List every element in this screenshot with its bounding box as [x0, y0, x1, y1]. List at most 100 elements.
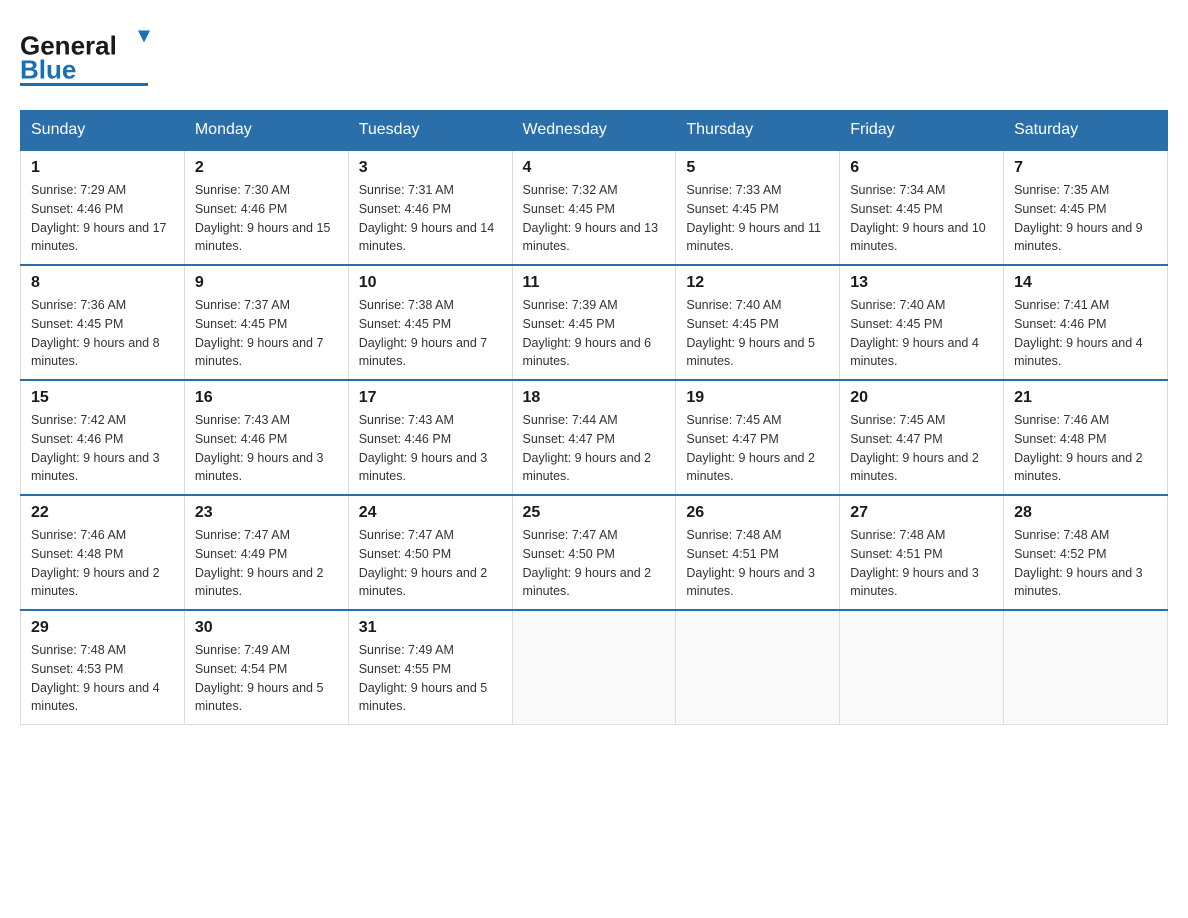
day-cell: 19Sunrise: 7:45 AMSunset: 4:47 PMDayligh… — [676, 380, 840, 495]
day-number: 14 — [1014, 274, 1157, 292]
day-info: Sunrise: 7:49 AMSunset: 4:55 PMDaylight:… — [359, 641, 502, 716]
calendar-body: 1Sunrise: 7:29 AMSunset: 4:46 PMDaylight… — [21, 150, 1168, 725]
day-cell: 11 Sunrise: 7:39 AMSunset: 4:45 PMDayligh… — [512, 265, 676, 380]
day-number: 22 — [31, 504, 174, 522]
week-row-1: 1Sunrise: 7:29 AMSunset: 4:46 PMDaylight… — [21, 150, 1168, 265]
day-cell: 9Sunrise: 7:37 AMSunset: 4:45 PMDaylight… — [184, 265, 348, 380]
day-info: Sunrise: 7:33 AMSunset: 4:45 PMDaylight:… — [686, 181, 829, 256]
day-info: Sunrise: 7:47 AMSunset: 4:49 PMDaylight:… — [195, 526, 338, 601]
day-number: 13 — [850, 274, 993, 292]
day-number: 15 — [31, 389, 174, 407]
day-info: Sunrise: 7:46 AMSunset: 4:48 PMDaylight:… — [1014, 411, 1157, 486]
day-number: 3 — [359, 159, 502, 177]
week-row-2: 8 Sunrise: 7:36 AMSunset: 4:45 PMDaylight… — [21, 265, 1168, 380]
day-cell: 30 Sunrise: 7:49 AMSunset: 4:54 PMDayligh… — [184, 610, 348, 725]
page-header: General Blue — [20, 20, 1168, 90]
day-info: Sunrise: 7:31 AMSunset: 4:46 PMDaylight:… — [359, 181, 502, 256]
day-cell — [676, 610, 840, 725]
day-info: Sunrise: 7:47 AMSunset: 4:50 PMDaylight:… — [523, 526, 666, 601]
day-info: Sunrise: 7:48 AMSunset: 4:51 PMDaylight:… — [686, 526, 829, 601]
day-info: Sunrise: 7:30 AMSunset: 4:46 PMDaylight:… — [195, 181, 338, 256]
calendar-header: SundayMondayTuesdayWednesdayThursdayFrid… — [21, 111, 1168, 151]
day-cell: 6 Sunrise: 7:34 AMSunset: 4:45 PMDaylight… — [840, 150, 1004, 265]
day-info: Sunrise: 7:40 AMSunset: 4:45 PMDaylight:… — [686, 296, 829, 371]
day-cell: 13 Sunrise: 7:40 AMSunset: 4:45 PMDayligh… — [840, 265, 1004, 380]
day-number: 20 — [850, 389, 993, 407]
day-info: Sunrise: 7:35 AMSunset: 4:45 PMDaylight:… — [1014, 181, 1157, 256]
calendar-table: SundayMondayTuesdayWednesdayThursdayFrid… — [20, 110, 1168, 725]
day-cell — [1004, 610, 1168, 725]
weekday-header-row: SundayMondayTuesdayWednesdayThursdayFrid… — [21, 111, 1168, 151]
day-number: 8 — [31, 274, 174, 292]
day-number: 30 — [195, 619, 338, 637]
weekday-header-saturday: Saturday — [1004, 111, 1168, 151]
weekday-header-sunday: Sunday — [21, 111, 185, 151]
day-number: 27 — [850, 504, 993, 522]
day-number: 2 — [195, 159, 338, 177]
day-cell: 4 Sunrise: 7:32 AMSunset: 4:45 PMDaylight… — [512, 150, 676, 265]
weekday-header-thursday: Thursday — [676, 111, 840, 151]
day-number: 11 — [523, 274, 666, 292]
day-cell: 5 Sunrise: 7:33 AMSunset: 4:45 PMDaylight… — [676, 150, 840, 265]
day-info: Sunrise: 7:32 AMSunset: 4:45 PMDaylight:… — [523, 181, 666, 256]
day-cell — [840, 610, 1004, 725]
day-cell: 8 Sunrise: 7:36 AMSunset: 4:45 PMDaylight… — [21, 265, 185, 380]
day-cell: 29Sunrise: 7:48 AMSunset: 4:53 PMDayligh… — [21, 610, 185, 725]
week-row-3: 15 Sunrise: 7:42 AMSunset: 4:46 PMDayligh… — [21, 380, 1168, 495]
day-number: 4 — [523, 159, 666, 177]
day-cell: 14Sunrise: 7:41 AMSunset: 4:46 PMDayligh… — [1004, 265, 1168, 380]
day-number: 31 — [359, 619, 502, 637]
day-number: 18 — [523, 389, 666, 407]
day-info: Sunrise: 7:29 AMSunset: 4:46 PMDaylight:… — [31, 181, 174, 256]
day-number: 29 — [31, 619, 174, 637]
day-number: 24 — [359, 504, 502, 522]
day-cell: 16 Sunrise: 7:43 AMSunset: 4:46 PMDayligh… — [184, 380, 348, 495]
day-info: Sunrise: 7:38 AMSunset: 4:45 PMDaylight:… — [359, 296, 502, 371]
day-info: Sunrise: 7:45 AMSunset: 4:47 PMDaylight:… — [850, 411, 993, 486]
day-cell: 25Sunrise: 7:47 AMSunset: 4:50 PMDayligh… — [512, 495, 676, 610]
weekday-header-friday: Friday — [840, 111, 1004, 151]
day-info: Sunrise: 7:43 AMSunset: 4:46 PMDaylight:… — [359, 411, 502, 486]
day-info: Sunrise: 7:40 AMSunset: 4:45 PMDaylight:… — [850, 296, 993, 371]
weekday-header-wednesday: Wednesday — [512, 111, 676, 151]
day-number: 6 — [850, 159, 993, 177]
day-cell: 10Sunrise: 7:38 AMSunset: 4:45 PMDayligh… — [348, 265, 512, 380]
day-info: Sunrise: 7:47 AMSunset: 4:50 PMDaylight:… — [359, 526, 502, 601]
day-number: 5 — [686, 159, 829, 177]
day-cell: 28Sunrise: 7:48 AMSunset: 4:52 PMDayligh… — [1004, 495, 1168, 610]
day-info: Sunrise: 7:43 AMSunset: 4:46 PMDaylight:… — [195, 411, 338, 486]
day-number: 16 — [195, 389, 338, 407]
day-cell: 24 Sunrise: 7:47 AMSunset: 4:50 PMDayligh… — [348, 495, 512, 610]
weekday-header-monday: Monday — [184, 111, 348, 151]
day-cell: 12 Sunrise: 7:40 AMSunset: 4:45 PMDayligh… — [676, 265, 840, 380]
day-number: 9 — [195, 274, 338, 292]
logo: General Blue — [20, 20, 160, 90]
day-number: 12 — [686, 274, 829, 292]
day-number: 26 — [686, 504, 829, 522]
day-cell: 31 Sunrise: 7:49 AMSunset: 4:55 PMDayligh… — [348, 610, 512, 725]
day-number: 23 — [195, 504, 338, 522]
day-number: 21 — [1014, 389, 1157, 407]
day-info: Sunrise: 7:42 AMSunset: 4:46 PMDaylight:… — [31, 411, 174, 486]
day-cell: 1Sunrise: 7:29 AMSunset: 4:46 PMDaylight… — [21, 150, 185, 265]
day-cell — [512, 610, 676, 725]
day-info: Sunrise: 7:49 AMSunset: 4:54 PMDaylight:… — [195, 641, 338, 716]
weekday-header-tuesday: Tuesday — [348, 111, 512, 151]
week-row-5: 29Sunrise: 7:48 AMSunset: 4:53 PMDayligh… — [21, 610, 1168, 725]
day-info: Sunrise: 7:36 AMSunset: 4:45 PMDaylight:… — [31, 296, 174, 371]
day-cell: 21 Sunrise: 7:46 AMSunset: 4:48 PMDayligh… — [1004, 380, 1168, 495]
day-cell: 17 Sunrise: 7:43 AMSunset: 4:46 PMDayligh… — [348, 380, 512, 495]
day-cell: 20 Sunrise: 7:45 AMSunset: 4:47 PMDayligh… — [840, 380, 1004, 495]
svg-text:Blue: Blue — [20, 55, 76, 85]
day-number: 7 — [1014, 159, 1157, 177]
logo-image: General Blue — [20, 20, 160, 90]
day-number: 17 — [359, 389, 502, 407]
day-info: Sunrise: 7:48 AMSunset: 4:52 PMDaylight:… — [1014, 526, 1157, 601]
day-info: Sunrise: 7:39 AMSunset: 4:45 PMDaylight:… — [523, 296, 666, 371]
day-info: Sunrise: 7:46 AMSunset: 4:48 PMDaylight:… — [31, 526, 174, 601]
day-info: Sunrise: 7:34 AMSunset: 4:45 PMDaylight:… — [850, 181, 993, 256]
week-row-4: 22 Sunrise: 7:46 AMSunset: 4:48 PMDayligh… — [21, 495, 1168, 610]
day-number: 19 — [686, 389, 829, 407]
day-info: Sunrise: 7:48 AMSunset: 4:51 PMDaylight:… — [850, 526, 993, 601]
day-cell: 2 Sunrise: 7:30 AMSunset: 4:46 PMDaylight… — [184, 150, 348, 265]
